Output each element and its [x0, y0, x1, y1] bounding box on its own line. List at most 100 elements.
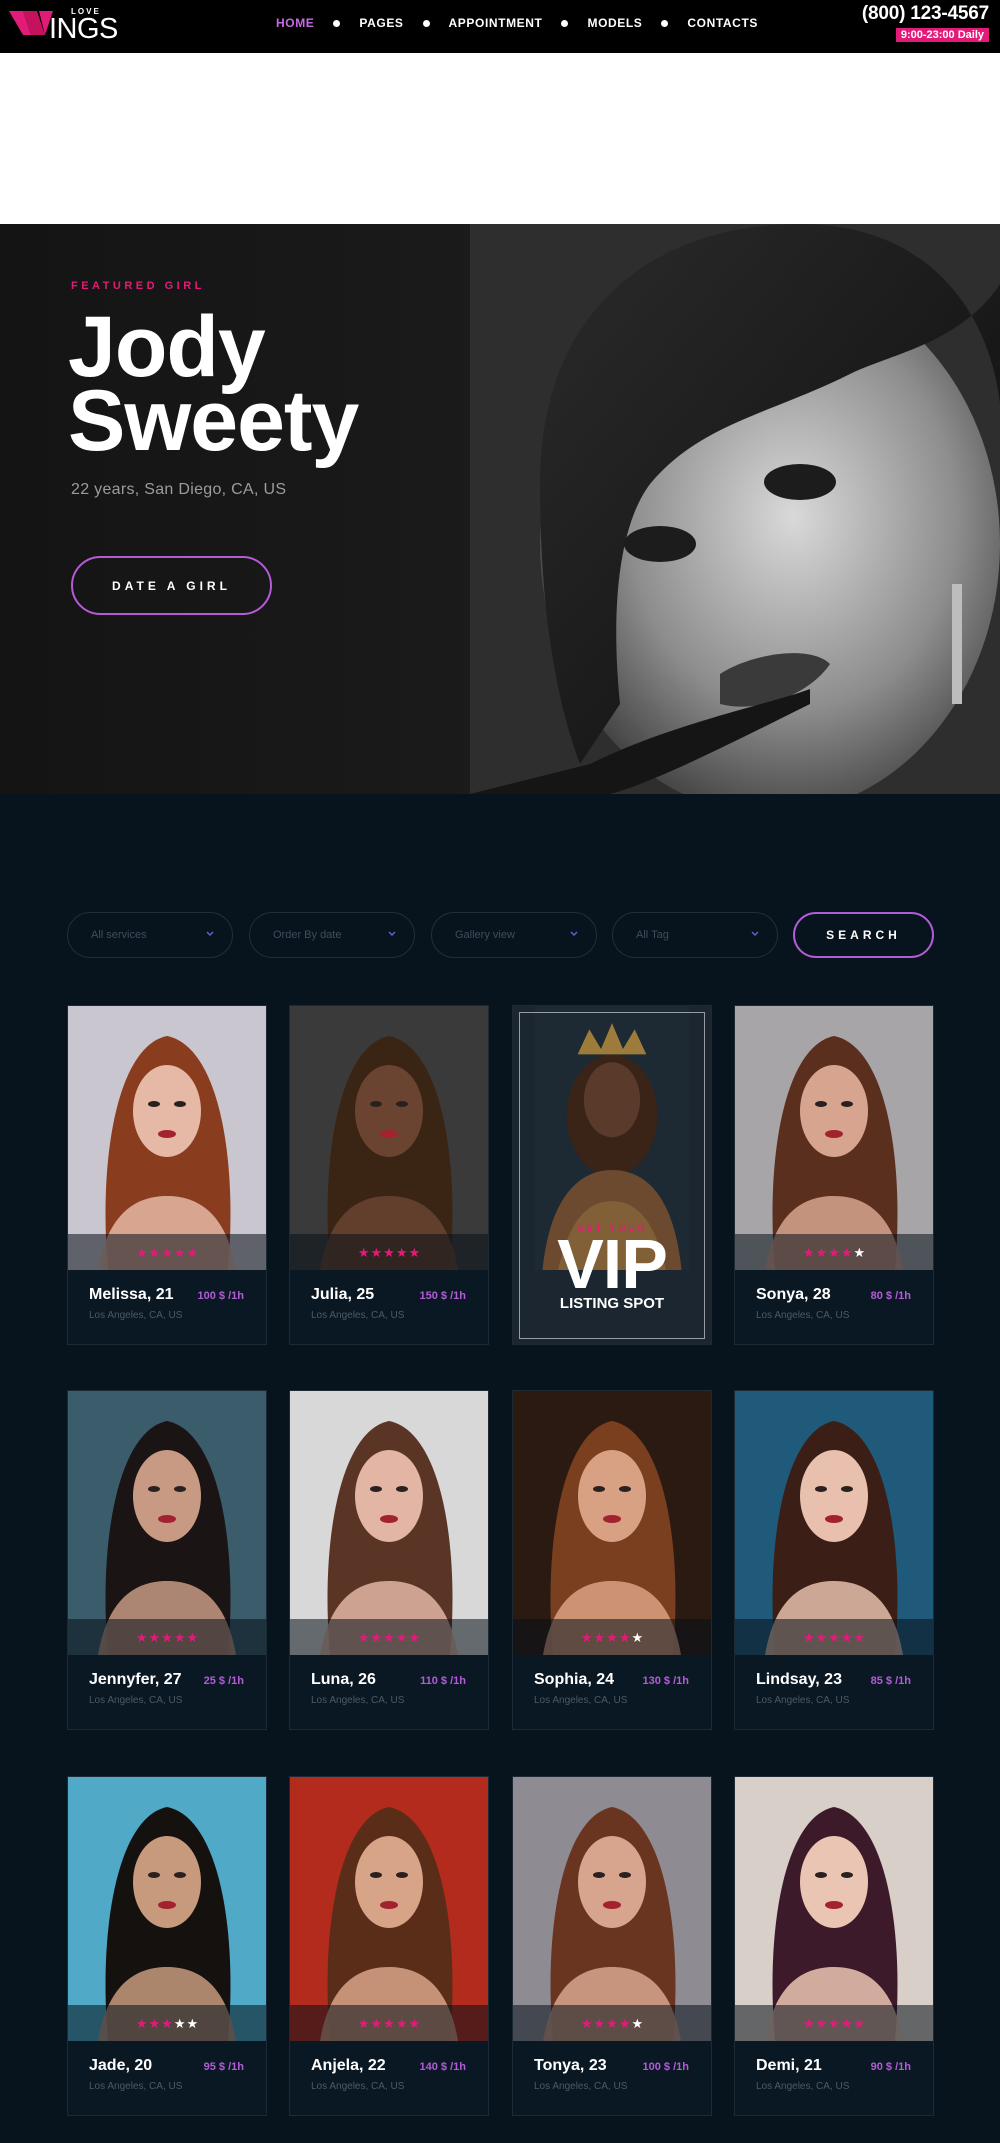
star-icon: ★: [618, 2015, 631, 2031]
model-card[interactable]: ★ ★ ★ ★ ★ Julia, 25 150 $ /1h Los Angeles, CA, …: [289, 1005, 489, 1345]
model-name[interactable]: Julia, 25: [311, 1286, 374, 1304]
model-card[interactable]: ★ ★ ★ ★ ★ Lindsay, 23 85 $ /1h Los Angeles, CA,…: [734, 1390, 934, 1730]
model-card[interactable]: ★ ★ ★ ★ ★ Melissa, 21 100 $ /1h Los Angeles, CA…: [67, 1005, 267, 1345]
model-card[interactable]: ★ ★ ★ ★ ★ Tonya, 23 100 $ /1h Los Angeles, CA, …: [512, 1776, 712, 2116]
model-location: Los Angeles, CA, US: [756, 1310, 850, 1321]
model-name[interactable]: Luna, 26: [311, 1671, 376, 1689]
chevron-down-icon: [206, 931, 214, 936]
chevron-down-icon: [751, 931, 759, 936]
star-icon: ★: [186, 1629, 199, 1645]
star-icon: ★: [618, 1629, 631, 1645]
model-price: 85 $ /1h: [870, 1675, 911, 1687]
view-select[interactable]: Gallery view: [431, 912, 597, 958]
site-logo[interactable]: LOVE INGS: [9, 5, 129, 45]
model-price: 95 $ /1h: [203, 2061, 244, 2073]
model-photo: [290, 1777, 488, 2041]
vip-listing-card[interactable]: GET YOUR VIP LISTING SPOT: [512, 1005, 712, 1345]
featured-model-photo: [470, 224, 1000, 794]
model-photo-wrap[interactable]: ★ ★ ★ ★ ★: [68, 1006, 266, 1270]
model-photo-wrap[interactable]: ★ ★ ★ ★ ★: [735, 1777, 933, 2041]
nav-separator: [561, 19, 569, 27]
model-name[interactable]: Demi, 21: [756, 2057, 822, 2075]
star-icon: ★: [383, 2015, 395, 2031]
search-button[interactable]: SEARCH: [793, 912, 934, 958]
nav-separator: [422, 19, 430, 27]
featured-location: 22 years, San Diego, CA, US: [71, 481, 287, 498]
star-icon: ★: [631, 2015, 644, 2031]
logo-wing-icon: [9, 11, 53, 35]
model-location: Los Angeles, CA, US: [311, 1310, 405, 1321]
phone-number[interactable]: (800) 123-4567: [862, 3, 989, 25]
star-icon: ★: [148, 1629, 161, 1645]
star-icon: ★: [580, 2015, 593, 2031]
star-icon: ★: [828, 2015, 840, 2031]
model-photo: [513, 1391, 711, 1655]
model-name[interactable]: Melissa, 21: [89, 1286, 174, 1304]
star-icon: ★: [828, 1629, 840, 1645]
nav-item-appointment[interactable]: APPOINTMENT: [449, 16, 543, 30]
model-name[interactable]: Sonya, 28: [756, 1286, 831, 1304]
rating-stars: ★ ★ ★ ★ ★: [735, 2005, 933, 2041]
star-icon: ★: [135, 1244, 148, 1260]
featured-name-last: Sweety: [68, 373, 359, 469]
model-card[interactable]: ★ ★ ★ ★ ★ Jade, 20 95 $ /1h Los Angeles, CA, US: [67, 1776, 267, 2116]
star-icon: ★: [853, 1244, 866, 1260]
vip-title: VIP: [557, 1225, 668, 1303]
model-photo: [68, 1777, 266, 2041]
model-location: Los Angeles, CA, US: [756, 1695, 850, 1706]
model-photo: [290, 1391, 488, 1655]
star-icon: ★: [395, 1629, 408, 1645]
star-icon: ★: [161, 1629, 173, 1645]
model-card[interactable]: ★ ★ ★ ★ ★ Sonya, 28 80 $ /1h Los Angeles, CA, U…: [734, 1005, 934, 1345]
star-icon: ★: [815, 2015, 828, 2031]
model-photo: [68, 1391, 266, 1655]
model-card[interactable]: ★ ★ ★ ★ ★ Luna, 26 110 $ /1h Los Angeles, CA, U…: [289, 1390, 489, 1730]
model-photo-wrap[interactable]: ★ ★ ★ ★ ★: [68, 1391, 266, 1655]
star-icon: ★: [593, 1629, 606, 1645]
nav-item-home[interactable]: HOME: [276, 16, 314, 30]
nav-item-models[interactable]: MODELS: [587, 16, 642, 30]
model-photo-wrap[interactable]: ★ ★ ★ ★ ★: [513, 1391, 711, 1655]
model-photo-wrap[interactable]: ★ ★ ★ ★ ★: [735, 1391, 933, 1655]
model-card[interactable]: ★ ★ ★ ★ ★ Sophia, 24 130 $ /1h Los Angeles, CA,…: [512, 1390, 712, 1730]
model-name[interactable]: Anjela, 22: [311, 2057, 386, 2075]
tag-select-value: All Tag: [636, 929, 669, 941]
model-price: 100 $ /1h: [642, 2061, 689, 2073]
model-name[interactable]: Lindsay, 23: [756, 1671, 842, 1689]
featured-kicker: FEATURED GIRL: [71, 280, 205, 292]
model-photo: [735, 1006, 933, 1270]
nav-item-pages[interactable]: PAGES: [359, 16, 403, 30]
model-name[interactable]: Tonya, 23: [534, 2057, 607, 2075]
star-icon: ★: [173, 2015, 186, 2031]
star-icon: ★: [395, 1244, 408, 1260]
star-icon: ★: [161, 2015, 173, 2031]
model-photo-wrap[interactable]: ★ ★ ★ ★ ★: [735, 1006, 933, 1270]
services-select[interactable]: All services: [67, 912, 233, 958]
model-card[interactable]: ★ ★ ★ ★ ★ Anjela, 22 140 $ /1h Los Angeles, CA,…: [289, 1776, 489, 2116]
model-photo-wrap[interactable]: ★ ★ ★ ★ ★: [290, 1777, 488, 2041]
star-icon: ★: [186, 1244, 199, 1260]
model-location: Los Angeles, CA, US: [756, 2081, 850, 2092]
star-icon: ★: [802, 2015, 815, 2031]
nav-item-contacts[interactable]: CONTACTS: [687, 16, 758, 30]
model-name[interactable]: Jennyfer, 27: [89, 1671, 182, 1689]
model-price: 140 $ /1h: [419, 2061, 466, 2073]
model-photo-wrap[interactable]: ★ ★ ★ ★ ★: [513, 1777, 711, 2041]
model-photo-wrap[interactable]: ★ ★ ★ ★ ★: [290, 1391, 488, 1655]
star-icon: ★: [148, 2015, 161, 2031]
date-a-girl-button[interactable]: DATE A GIRL: [71, 556, 272, 615]
model-price: 150 $ /1h: [419, 1290, 466, 1302]
model-card[interactable]: ★ ★ ★ ★ ★ Demi, 21 90 $ /1h Los Angeles, CA, US: [734, 1776, 934, 2116]
model-location: Los Angeles, CA, US: [89, 2081, 183, 2092]
model-name[interactable]: Sophia, 24: [534, 1671, 614, 1689]
tag-select[interactable]: All Tag: [612, 912, 778, 958]
model-location: Los Angeles, CA, US: [311, 1695, 405, 1706]
model-card[interactable]: ★ ★ ★ ★ ★ Jennyfer, 27 25 $ /1h Los Angeles, CA…: [67, 1390, 267, 1730]
rating-stars: ★ ★ ★ ★ ★: [290, 2005, 488, 2041]
star-icon: ★: [840, 2015, 853, 2031]
order-select[interactable]: Order By date: [249, 912, 415, 958]
model-photo-wrap[interactable]: ★ ★ ★ ★ ★: [290, 1006, 488, 1270]
hours-badge: 9:00-23:00 Daily: [895, 28, 989, 42]
model-name[interactable]: Jade, 20: [89, 2057, 152, 2075]
model-photo-wrap[interactable]: ★ ★ ★ ★ ★: [68, 1777, 266, 2041]
